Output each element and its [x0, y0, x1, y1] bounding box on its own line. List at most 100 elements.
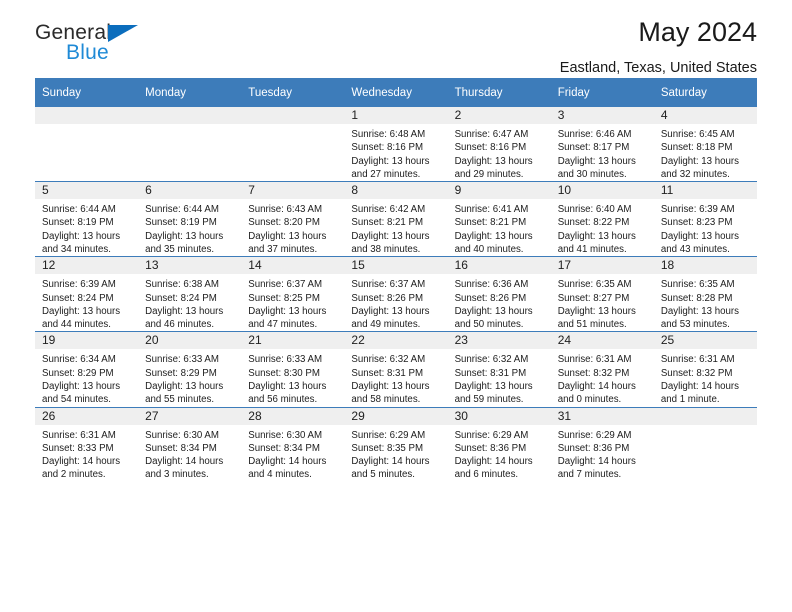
day-detail-sunset: Sunset: 8:31 PM	[351, 367, 424, 379]
day-detail-daylight-line1: Daylight: 13 hours	[557, 230, 636, 242]
day-detail-sunset: Sunset: 8:26 PM	[454, 292, 527, 304]
day-detail-sunrise: Sunrise: 6:41 AM	[454, 204, 529, 216]
page-header: General Blue May 2024 Eastland, Texas, U…	[35, 0, 757, 75]
calendar-day-cell[interactable]: 23 Sunrise: 6:32 AM Sunset: 8:31 PM Dayligh…	[447, 331, 551, 407]
day-detail-daylight-line1: Daylight: 13 hours	[557, 305, 636, 317]
day-detail-daylight-line2: and 29 minutes.	[454, 168, 524, 180]
logo-triangle-icon	[108, 25, 138, 42]
day-number: 26	[35, 407, 139, 425]
day-details: Sunrise: 6:46 AM Sunset: 8:17 PM Daylight:…	[551, 124, 654, 181]
calendar-day-cell[interactable]: 29 Sunrise: 6:29 AM Sunset: 8:35 PM Dayligh…	[344, 406, 448, 482]
day-number: 28	[241, 407, 345, 425]
calendar-week-row: 19 Sunrise: 6:34 AM Sunset: 8:29 PM Dayligh…	[35, 331, 757, 407]
calendar-day-cell[interactable]: 14 Sunrise: 6:37 AM Sunset: 8:25 PM Dayligh…	[241, 256, 345, 332]
calendar-day-cell[interactable]: 25 Sunrise: 6:31 AM Sunset: 8:32 PM Dayligh…	[653, 331, 757, 407]
day-detail-sunset: Sunset: 8:18 PM	[660, 142, 733, 154]
calendar-day-cell[interactable]: 26 Sunrise: 6:31 AM Sunset: 8:33 PM Dayligh…	[35, 406, 139, 482]
weekday-header-sunday: Sunday	[35, 78, 139, 107]
calendar-day-cell[interactable]: 31 Sunrise: 6:29 AM Sunset: 8:36 PM Dayligh…	[550, 406, 654, 482]
day-detail-daylight-line1: Daylight: 13 hours	[351, 305, 430, 317]
day-details: Sunrise: 6:45 AM Sunset: 8:18 PM Daylight:…	[654, 124, 757, 181]
day-detail-daylight-line2: and 0 minutes.	[557, 394, 622, 406]
day-details: Sunrise: 6:35 AM Sunset: 8:28 PM Daylight:…	[654, 274, 757, 331]
day-detail-sunrise: Sunrise: 6:31 AM	[660, 354, 735, 366]
calendar-day-cell[interactable]: 15 Sunrise: 6:37 AM Sunset: 8:26 PM Dayligh…	[344, 256, 448, 332]
calendar-day-cell[interactable]: 5 Sunrise: 6:44 AM Sunset: 8:19 PM Daylight…	[35, 181, 139, 257]
day-number: 21	[241, 332, 345, 350]
day-detail-daylight-line2: and 5 minutes.	[351, 469, 415, 481]
calendar-day-cell[interactable]: 10 Sunrise: 6:40 AM Sunset: 8:22 PM Dayligh…	[550, 181, 654, 257]
calendar-day-cell[interactable]: 9 Sunrise: 6:41 AM Sunset: 8:21 PM Daylight…	[447, 181, 551, 257]
day-detail-sunrise: Sunrise: 6:37 AM	[351, 279, 426, 291]
calendar-day-cell[interactable]: 20 Sunrise: 6:33 AM Sunset: 8:29 PM Dayligh…	[138, 331, 242, 407]
calendar-day-cell[interactable]: 3 Sunrise: 6:46 AM Sunset: 8:17 PM Daylight…	[550, 107, 654, 182]
day-number: 24	[550, 332, 654, 350]
day-number: 23	[447, 332, 551, 350]
calendar-day-cell[interactable]: 22 Sunrise: 6:32 AM Sunset: 8:31 PM Dayligh…	[344, 331, 448, 407]
day-number: 12	[35, 257, 139, 275]
day-number: 6	[138, 182, 242, 200]
day-detail-daylight-line2: and 54 minutes.	[42, 394, 111, 406]
calendar-week-row: 5 Sunrise: 6:44 AM Sunset: 8:19 PM Daylight…	[35, 181, 757, 257]
weekday-header-row: Sunday Monday Tuesday Wednesday Thursday…	[35, 78, 757, 107]
calendar-day-cell[interactable]: 12 Sunrise: 6:39 AM Sunset: 8:24 PM Dayligh…	[35, 256, 139, 332]
day-number: 9	[447, 182, 551, 200]
day-detail-daylight-line2: and 59 minutes.	[454, 394, 524, 406]
calendar-day-cell[interactable]: 19 Sunrise: 6:34 AM Sunset: 8:29 PM Dayligh…	[35, 331, 139, 407]
day-detail-daylight-line1: Daylight: 13 hours	[248, 380, 327, 392]
day-detail-sunset: Sunset: 8:19 PM	[145, 217, 217, 229]
day-detail-sunrise: Sunrise: 6:48 AM	[351, 129, 426, 140]
calendar-day-cell[interactable]: 6 Sunrise: 6:44 AM Sunset: 8:19 PM Daylight…	[138, 181, 242, 257]
day-number: 1	[344, 107, 448, 124]
calendar-week-row: 12 Sunrise: 6:39 AM Sunset: 8:24 PM Dayligh…	[35, 256, 757, 332]
day-number: 30	[447, 407, 551, 425]
day-detail-sunset: Sunset: 8:27 PM	[557, 292, 630, 304]
day-detail-daylight-line2: and 58 minutes.	[351, 394, 421, 406]
day-details: Sunrise: 6:35 AM Sunset: 8:27 PM Daylight:…	[551, 274, 654, 331]
calendar-day-cell[interactable]: 17 Sunrise: 6:35 AM Sunset: 8:27 PM Dayligh…	[550, 256, 654, 332]
day-detail-daylight-line1: Daylight: 14 hours	[248, 456, 327, 468]
day-detail-daylight-line2: and 2 minutes.	[42, 469, 106, 481]
general-blue-logo[interactable]: General Blue	[35, 22, 165, 78]
sunrise-sunset-calendar: Sunday Monday Tuesday Wednesday Thursday…	[35, 78, 757, 482]
page-subtitle: Eastland, Texas, United States	[559, 59, 757, 76]
day-number: 25	[653, 332, 757, 350]
day-detail-sunset: Sunset: 8:29 PM	[145, 367, 217, 379]
weekday-header-wednesday: Wednesday	[344, 78, 448, 107]
calendar-day-cell[interactable]: 1 Sunrise: 6:48 AM Sunset: 8:16 PM Daylight…	[344, 107, 448, 182]
day-detail-sunrise: Sunrise: 6:43 AM	[248, 204, 323, 216]
calendar-day-cell[interactable]: 16 Sunrise: 6:36 AM Sunset: 8:26 PM Dayligh…	[447, 256, 551, 332]
day-detail-sunset: Sunset: 8:21 PM	[351, 217, 424, 229]
day-detail-sunrise: Sunrise: 6:38 AM	[145, 279, 219, 291]
day-detail-sunset: Sunset: 8:28 PM	[660, 292, 733, 304]
calendar-day-cell[interactable]: 24 Sunrise: 6:31 AM Sunset: 8:32 PM Dayligh…	[550, 331, 654, 407]
calendar-day-cell[interactable]: 11 Sunrise: 6:39 AM Sunset: 8:23 PM Dayligh…	[653, 181, 757, 257]
calendar-day-cell[interactable]: 4 Sunrise: 6:45 AM Sunset: 8:18 PM Daylight…	[653, 107, 757, 182]
calendar-day-cell[interactable]: 21 Sunrise: 6:33 AM Sunset: 8:30 PM Dayligh…	[241, 331, 345, 407]
calendar-day-cell[interactable]: 30 Sunrise: 6:29 AM Sunset: 8:36 PM Dayligh…	[447, 406, 551, 482]
day-detail-daylight-line1: Daylight: 13 hours	[145, 305, 224, 317]
calendar-week-row: 1 Sunrise: 6:48 AM Sunset: 8:16 PM Daylight…	[35, 107, 757, 182]
day-detail-daylight-line2: and 50 minutes.	[454, 319, 524, 331]
day-detail-daylight-line1: Daylight: 13 hours	[351, 230, 430, 242]
day-details: Sunrise: 6:40 AM Sunset: 8:22 PM Daylight:…	[551, 199, 654, 256]
day-detail-daylight-line2: and 55 minutes.	[145, 394, 215, 406]
day-detail-daylight-line2: and 43 minutes.	[660, 243, 730, 255]
calendar-day-cell[interactable]: 2 Sunrise: 6:47 AM Sunset: 8:16 PM Daylight…	[447, 107, 551, 182]
day-detail-daylight-line2: and 4 minutes.	[248, 469, 312, 481]
day-number: 8	[344, 182, 448, 200]
day-details: Sunrise: 6:29 AM Sunset: 8:36 PM Daylight:…	[448, 425, 551, 482]
day-detail-sunrise: Sunrise: 6:36 AM	[454, 279, 529, 291]
day-detail-daylight-line2: and 27 minutes.	[351, 168, 421, 180]
calendar-day-cell[interactable]: 8 Sunrise: 6:42 AM Sunset: 8:21 PM Daylight…	[344, 181, 448, 257]
calendar-day-cell[interactable]: 28 Sunrise: 6:30 AM Sunset: 8:34 PM Dayligh…	[241, 406, 345, 482]
day-detail-sunrise: Sunrise: 6:29 AM	[351, 429, 426, 441]
day-detail-daylight-line1: Daylight: 13 hours	[351, 380, 430, 392]
day-detail-sunrise: Sunrise: 6:34 AM	[42, 354, 116, 366]
calendar-day-cell[interactable]: 13 Sunrise: 6:38 AM Sunset: 8:24 PM Dayligh…	[138, 256, 242, 332]
day-detail-sunset: Sunset: 8:23 PM	[660, 217, 733, 229]
day-detail-sunrise: Sunrise: 6:45 AM	[660, 129, 735, 140]
calendar-day-cell[interactable]: 18 Sunrise: 6:35 AM Sunset: 8:28 PM Dayligh…	[653, 256, 757, 332]
calendar-day-cell[interactable]: 27 Sunrise: 6:30 AM Sunset: 8:34 PM Dayligh…	[138, 406, 242, 482]
calendar-day-cell[interactable]: 7 Sunrise: 6:43 AM Sunset: 8:20 PM Daylight…	[241, 181, 345, 257]
